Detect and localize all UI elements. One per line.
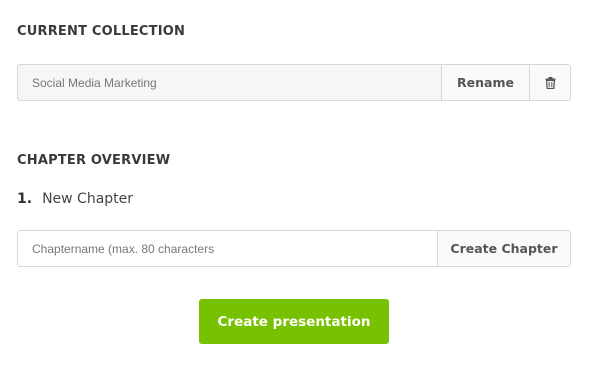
chapter-overview-title: CHAPTER OVERVIEW	[17, 153, 171, 168]
collection-name-input[interactable]	[18, 65, 441, 100]
chapter-number: 1.	[17, 191, 33, 207]
create-chapter-button[interactable]: Create Chapter	[437, 231, 570, 266]
chapter-title: New Chapter	[42, 191, 134, 207]
current-collection-title: CURRENT COLLECTION	[17, 24, 186, 39]
delete-collection-button[interactable]	[529, 65, 570, 100]
collection-name-group: Rename	[17, 64, 571, 101]
chapter-name-input[interactable]	[18, 231, 437, 266]
chapter-list-item[interactable]: 1. New Chapter	[17, 191, 133, 207]
rename-button[interactable]: Rename	[441, 65, 529, 100]
new-chapter-group: Create Chapter	[17, 230, 571, 267]
trash-icon	[545, 76, 556, 89]
create-presentation-button[interactable]: Create presentation	[199, 299, 389, 344]
